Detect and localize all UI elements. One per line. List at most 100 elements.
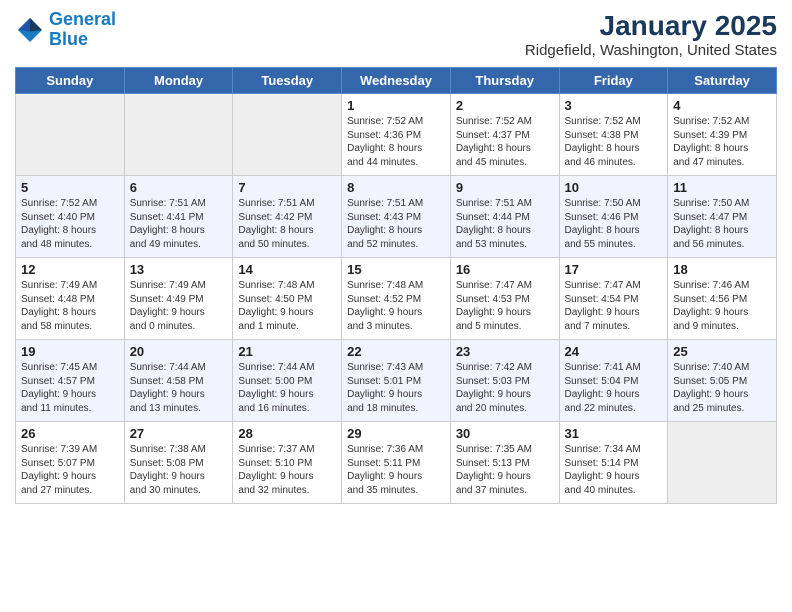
- table-row: 25Sunrise: 7:40 AM Sunset: 5:05 PM Dayli…: [668, 340, 777, 422]
- day-number: 9: [456, 180, 554, 195]
- day-number: 31: [565, 426, 663, 441]
- day-info: Sunrise: 7:48 AM Sunset: 4:50 PM Dayligh…: [238, 279, 336, 333]
- calendar-week-row: 26Sunrise: 7:39 AM Sunset: 5:07 PM Dayli…: [16, 422, 777, 504]
- day-number: 16: [456, 262, 554, 277]
- day-info: Sunrise: 7:45 AM Sunset: 4:57 PM Dayligh…: [21, 361, 119, 415]
- table-row: 6 Sunrise: 7:51 AM Sunset: 4:41 PM Daylig…: [124, 176, 233, 258]
- day-number: 15: [347, 262, 445, 277]
- day-info: Sunrise: 7:40 AM Sunset: 5:05 PM Dayligh…: [673, 361, 771, 415]
- page: General Blue January 2025 Ridgefield, Wa…: [0, 0, 792, 612]
- day-info: Sunrise: 7:43 AM Sunset: 5:01 PM Dayligh…: [347, 361, 445, 415]
- table-row: [233, 94, 342, 176]
- day-number: 11: [673, 180, 771, 195]
- day-number: 3: [565, 98, 663, 113]
- day-info: Sunrise: 7:51 AM Sunset: 4:43 PM Dayligh…: [347, 197, 445, 251]
- calendar-title: January 2025: [525, 10, 777, 42]
- day-info: Sunrise: 7:49 AM Sunset: 4:48 PM Dayligh…: [21, 279, 119, 333]
- calendar-table: Sunday Monday Tuesday Wednesday Thursday…: [15, 67, 777, 504]
- table-row: 3 Sunrise: 7:52 AM Sunset: 4:38 PM Daylig…: [559, 94, 668, 176]
- day-info: Sunrise: 7:37 AM Sunset: 5:10 PM Dayligh…: [238, 443, 336, 497]
- calendar-week-row: 5 Sunrise: 7:52 AM Sunset: 4:40 PM Daylig…: [16, 176, 777, 258]
- table-row: 14 Sunrise: 7:48 AM Sunset: 4:50 PM Dayli…: [233, 258, 342, 340]
- day-number: 14: [238, 262, 336, 277]
- col-friday: Friday: [559, 68, 668, 94]
- logo-text: General Blue: [49, 10, 116, 50]
- day-info: Sunrise: 7:51 AM Sunset: 4:42 PM Dayligh…: [238, 197, 336, 251]
- title-block: January 2025 Ridgefield, Washington, Uni…: [525, 10, 777, 59]
- day-number: 7: [238, 180, 336, 195]
- table-row: 20 Sunrise: 7:44 AM Sunset: 4:58 PM Dayli…: [124, 340, 233, 422]
- table-row: 30 Sunrise: 7:35 AM Sunset: 5:13 PM Dayli…: [450, 422, 559, 504]
- table-row: 7 Sunrise: 7:51 AM Sunset: 4:42 PM Daylig…: [233, 176, 342, 258]
- table-row: 11Sunrise: 7:50 AM Sunset: 4:47 PM Dayli…: [668, 176, 777, 258]
- table-row: 21 Sunrise: 7:44 AM Sunset: 5:00 PM Dayli…: [233, 340, 342, 422]
- logo-blue: Blue: [49, 29, 88, 49]
- day-number: 21: [238, 344, 336, 359]
- col-sunday: Sunday: [16, 68, 125, 94]
- day-info: Sunrise: 7:39 AM Sunset: 5:07 PM Dayligh…: [21, 443, 119, 497]
- day-number: 19: [21, 344, 119, 359]
- day-number: 8: [347, 180, 445, 195]
- day-info: Sunrise: 7:49 AM Sunset: 4:49 PM Dayligh…: [130, 279, 228, 333]
- day-info: Sunrise: 7:52 AM Sunset: 4:36 PM Dayligh…: [347, 115, 445, 169]
- table-row: [16, 94, 125, 176]
- day-info: Sunrise: 7:51 AM Sunset: 4:41 PM Dayligh…: [130, 197, 228, 251]
- table-row: 8 Sunrise: 7:51 AM Sunset: 4:43 PM Daylig…: [342, 176, 451, 258]
- calendar-week-row: 12 Sunrise: 7:49 AM Sunset: 4:48 PM Dayli…: [16, 258, 777, 340]
- table-row: 5 Sunrise: 7:52 AM Sunset: 4:40 PM Daylig…: [16, 176, 125, 258]
- day-number: 2: [456, 98, 554, 113]
- day-info: Sunrise: 7:52 AM Sunset: 4:40 PM Dayligh…: [21, 197, 119, 251]
- table-row: 4 Sunrise: 7:52 AM Sunset: 4:39 PM Daylig…: [668, 94, 777, 176]
- table-row: 13 Sunrise: 7:49 AM Sunset: 4:49 PM Dayli…: [124, 258, 233, 340]
- table-row: 1Sunrise: 7:52 AM Sunset: 4:36 PM Daylig…: [342, 94, 451, 176]
- day-info: Sunrise: 7:48 AM Sunset: 4:52 PM Dayligh…: [347, 279, 445, 333]
- calendar-week-row: 19 Sunrise: 7:45 AM Sunset: 4:57 PM Dayli…: [16, 340, 777, 422]
- day-info: Sunrise: 7:34 AM Sunset: 5:14 PM Dayligh…: [565, 443, 663, 497]
- day-number: 22: [347, 344, 445, 359]
- day-info: Sunrise: 7:36 AM Sunset: 5:11 PM Dayligh…: [347, 443, 445, 497]
- calendar-week-row: 1Sunrise: 7:52 AM Sunset: 4:36 PM Daylig…: [16, 94, 777, 176]
- day-number: 17: [565, 262, 663, 277]
- day-number: 13: [130, 262, 228, 277]
- day-number: 28: [238, 426, 336, 441]
- day-info: Sunrise: 7:44 AM Sunset: 4:58 PM Dayligh…: [130, 361, 228, 415]
- day-info: Sunrise: 7:42 AM Sunset: 5:03 PM Dayligh…: [456, 361, 554, 415]
- day-number: 6: [130, 180, 228, 195]
- day-number: 12: [21, 262, 119, 277]
- day-number: 23: [456, 344, 554, 359]
- table-row: 12 Sunrise: 7:49 AM Sunset: 4:48 PM Dayli…: [16, 258, 125, 340]
- day-number: 5: [21, 180, 119, 195]
- table-row: [124, 94, 233, 176]
- day-number: 30: [456, 426, 554, 441]
- col-monday: Monday: [124, 68, 233, 94]
- day-info: Sunrise: 7:52 AM Sunset: 4:39 PM Dayligh…: [673, 115, 771, 169]
- day-info: Sunrise: 7:52 AM Sunset: 4:38 PM Dayligh…: [565, 115, 663, 169]
- table-row: 23 Sunrise: 7:42 AM Sunset: 5:03 PM Dayli…: [450, 340, 559, 422]
- col-wednesday: Wednesday: [342, 68, 451, 94]
- table-row: 16 Sunrise: 7:47 AM Sunset: 4:53 PM Dayli…: [450, 258, 559, 340]
- day-info: Sunrise: 7:41 AM Sunset: 5:04 PM Dayligh…: [565, 361, 663, 415]
- table-row: 28 Sunrise: 7:37 AM Sunset: 5:10 PM Dayli…: [233, 422, 342, 504]
- table-row: 22 Sunrise: 7:43 AM Sunset: 5:01 PM Dayli…: [342, 340, 451, 422]
- col-thursday: Thursday: [450, 68, 559, 94]
- table-row: 2Sunrise: 7:52 AM Sunset: 4:37 PM Daylig…: [450, 94, 559, 176]
- table-row: 31 Sunrise: 7:34 AM Sunset: 5:14 PM Dayli…: [559, 422, 668, 504]
- day-number: 24: [565, 344, 663, 359]
- table-row: 26Sunrise: 7:39 AM Sunset: 5:07 PM Dayli…: [16, 422, 125, 504]
- table-row: [668, 422, 777, 504]
- day-info: Sunrise: 7:50 AM Sunset: 4:46 PM Dayligh…: [565, 197, 663, 251]
- table-row: 27Sunrise: 7:38 AM Sunset: 5:08 PM Dayli…: [124, 422, 233, 504]
- logo-icon: [15, 15, 45, 45]
- table-row: 19 Sunrise: 7:45 AM Sunset: 4:57 PM Dayli…: [16, 340, 125, 422]
- table-row: 18Sunrise: 7:46 AM Sunset: 4:56 PM Dayli…: [668, 258, 777, 340]
- day-info: Sunrise: 7:51 AM Sunset: 4:44 PM Dayligh…: [456, 197, 554, 251]
- day-info: Sunrise: 7:35 AM Sunset: 5:13 PM Dayligh…: [456, 443, 554, 497]
- day-number: 20: [130, 344, 228, 359]
- col-tuesday: Tuesday: [233, 68, 342, 94]
- table-row: 9 Sunrise: 7:51 AM Sunset: 4:44 PM Daylig…: [450, 176, 559, 258]
- table-row: 29Sunrise: 7:36 AM Sunset: 5:11 PM Dayli…: [342, 422, 451, 504]
- logo: General Blue: [15, 10, 116, 50]
- day-info: Sunrise: 7:44 AM Sunset: 5:00 PM Dayligh…: [238, 361, 336, 415]
- day-number: 4: [673, 98, 771, 113]
- day-info: Sunrise: 7:47 AM Sunset: 4:53 PM Dayligh…: [456, 279, 554, 333]
